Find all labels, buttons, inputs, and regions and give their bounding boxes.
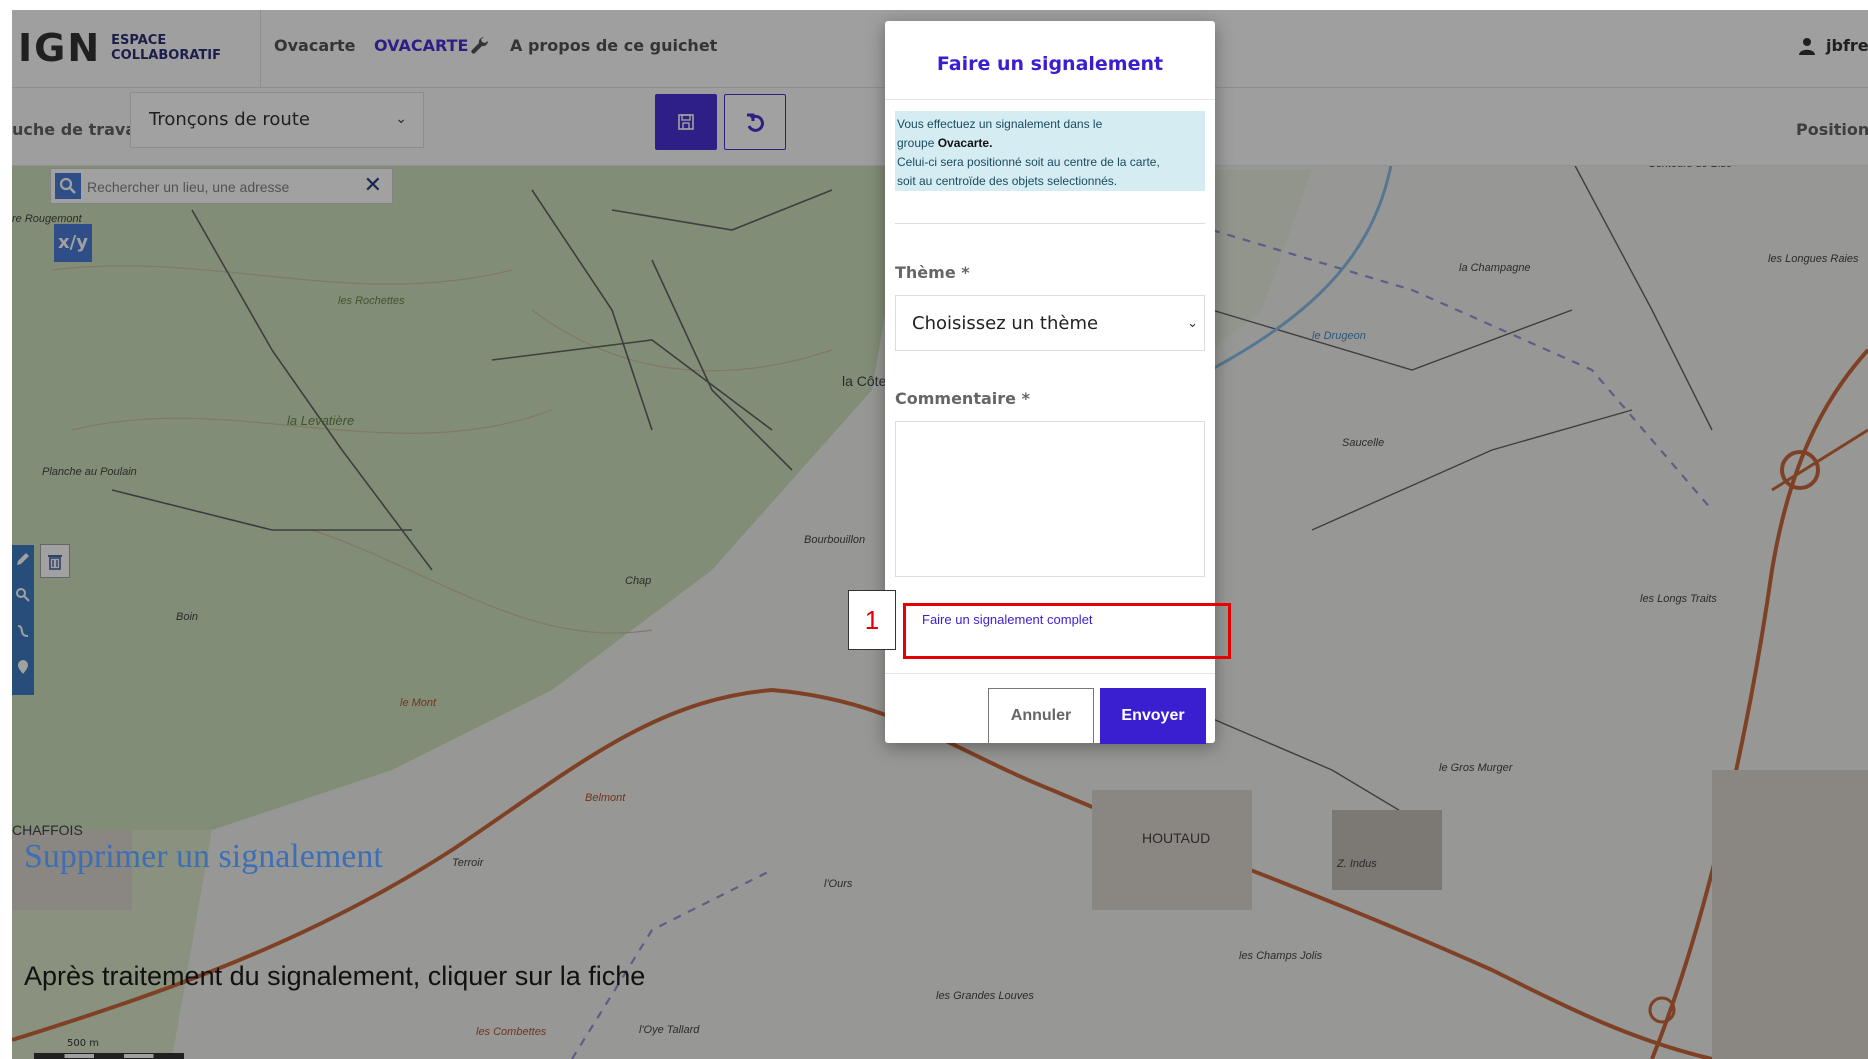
info-line-4: soit au centroïde des objets selectionné… <box>897 174 1118 188</box>
theme-select[interactable]: Choisissez un thème ⌄ <box>895 295 1205 351</box>
comment-textarea[interactable] <box>895 421 1205 577</box>
info-group-name: Ovacarte. <box>937 136 993 150</box>
divider <box>885 673 1215 674</box>
divider <box>895 223 1205 224</box>
theme-label: Thème * <box>895 263 970 282</box>
document-text: Après traitement du signalement, cliquer… <box>24 961 646 991</box>
divider <box>885 99 1215 100</box>
send-button[interactable]: Envoyer <box>1100 688 1206 744</box>
document-heading: Supprimer un signalement <box>24 838 383 875</box>
annotation-highlight-box <box>903 603 1231 659</box>
modal-title: Faire un signalement <box>936 53 1164 75</box>
chevron-down-icon: ⌄ <box>1187 316 1198 331</box>
theme-select-value: Choisissez un thème <box>912 313 1099 334</box>
cancel-button[interactable]: Annuler <box>988 688 1094 744</box>
info-line-2-prefix: groupe <box>897 136 935 150</box>
app-window: re Rougemont les Rochettes la Levatière … <box>12 10 1868 1059</box>
info-alert: Vous effectuez un signalement dans le gr… <box>895 111 1205 191</box>
screenshot-stage: re Rougemont les Rochettes la Levatière … <box>0 0 1868 1059</box>
comment-label: Commentaire * <box>895 389 1030 408</box>
annotation-number: 1 <box>848 590 896 650</box>
info-line-3: Celui-ci sera positionné soit au centre … <box>897 155 1160 169</box>
info-line-1: Vous effectuez un signalement dans le <box>897 117 1103 131</box>
